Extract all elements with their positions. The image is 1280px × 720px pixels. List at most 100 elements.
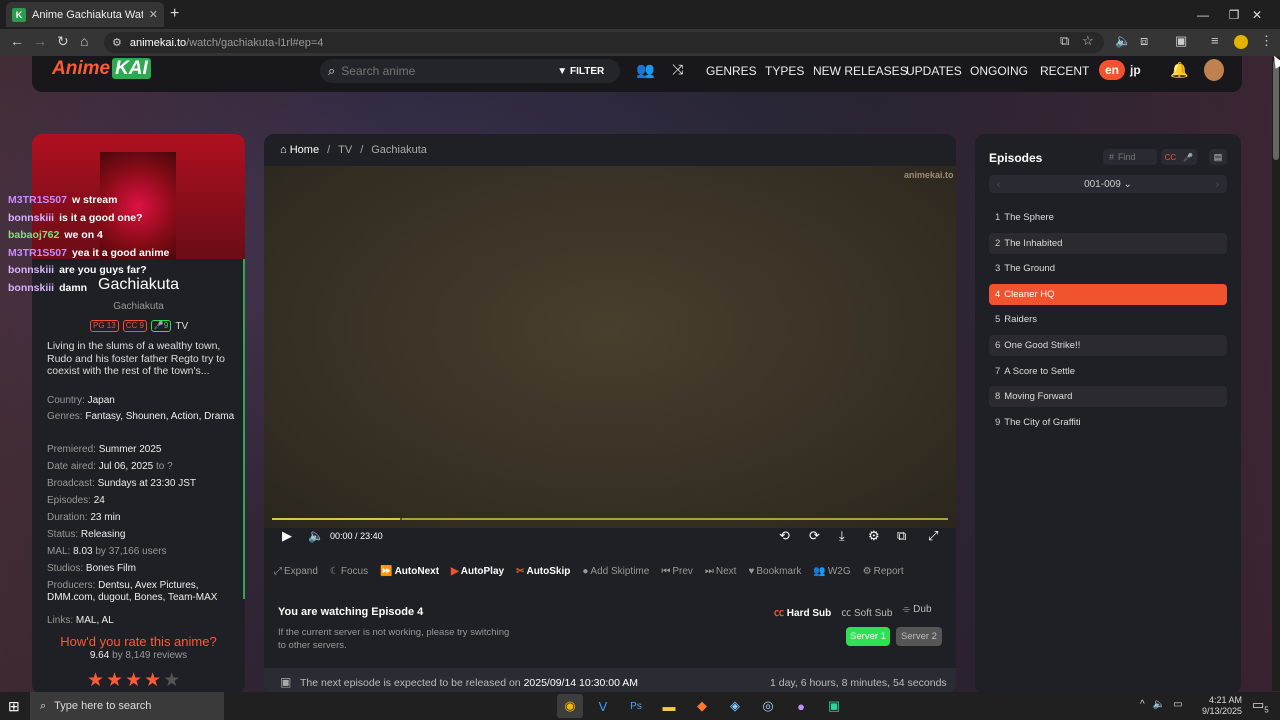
server-1-button[interactable]: Server 1 xyxy=(846,627,890,646)
star-icon[interactable]: ★ xyxy=(125,669,142,692)
tray-chevron-icon[interactable]: ^ xyxy=(1140,699,1145,710)
volume-icon[interactable]: 🔈 xyxy=(308,528,324,544)
action-report[interactable]: ⚙ Report xyxy=(863,566,904,577)
range-next-icon[interactable]: › xyxy=(1216,179,1219,190)
lang-jp-button[interactable]: jp xyxy=(1130,63,1141,77)
new-tab-button[interactable]: + xyxy=(170,5,179,23)
chrome-taskbar-icon[interactable]: ◉ xyxy=(557,694,583,718)
episode-item[interactable]: 2 The Inhabited xyxy=(989,232,1227,254)
avatar[interactable] xyxy=(1204,59,1224,81)
filter-button[interactable]: ▼ FILTER xyxy=(557,66,604,77)
app2-taskbar-icon[interactable]: ◈ xyxy=(722,694,748,718)
app3-taskbar-icon[interactable]: ▣ xyxy=(821,694,847,718)
breadcrumb-tv[interactable]: TV xyxy=(338,144,352,156)
steam-taskbar-icon[interactable]: ◎ xyxy=(755,694,781,718)
video-progress-bar[interactable] xyxy=(272,518,948,520)
play-icon[interactable]: ▶ xyxy=(282,528,292,544)
tray-network-icon[interactable]: ▭ xyxy=(1173,699,1182,710)
action-focus[interactable]: ☾ Focus xyxy=(330,566,368,577)
site-info-icon[interactable]: ⚙ xyxy=(112,36,122,49)
episode-range-select[interactable]: ‹ 001-009 ⌄ › xyxy=(989,175,1227,193)
action-autoplay[interactable]: ▶ AutoPlay xyxy=(451,566,504,577)
nav-recent[interactable]: RECENT xyxy=(1040,64,1089,78)
extensions-icon[interactable]: ⧈ xyxy=(1140,33,1148,49)
back-icon[interactable]: ← xyxy=(10,33,24,49)
search-icon[interactable]: ⌕ xyxy=(328,63,335,79)
star-icon[interactable]: ★ xyxy=(87,669,104,692)
system-clock[interactable]: 4:21 AM 9/13/2025 xyxy=(1200,695,1242,717)
discord-taskbar-icon[interactable]: ● xyxy=(788,694,814,718)
action-expand[interactable]: ⤢ Expand xyxy=(274,566,318,577)
episode-find-input[interactable]: # Find xyxy=(1103,149,1157,165)
vscode-taskbar-icon[interactable]: V xyxy=(590,694,616,718)
server-2-button[interactable]: Server 2 xyxy=(896,627,942,646)
breadcrumb-title[interactable]: Gachiakuta xyxy=(371,144,427,156)
nav-updates[interactable]: UPDATES xyxy=(906,64,962,78)
episode-item[interactable]: 8 Moving Forward xyxy=(989,386,1227,408)
reload-icon[interactable]: ↻ xyxy=(57,33,69,50)
tray-audio-icon[interactable]: 🔈 xyxy=(1153,699,1165,710)
action-w2g[interactable]: 👥 W2G xyxy=(813,566,850,577)
rating-stars[interactable]: ★ ★ ★ ★ ★ xyxy=(87,669,180,692)
star-icon[interactable]: ★ xyxy=(144,669,161,692)
action-autoskip[interactable]: ✂ AutoSkip xyxy=(516,566,570,577)
episode-item[interactable]: 6 One Good Strike!! xyxy=(989,335,1227,356)
forward-icon[interactable]: → xyxy=(33,33,47,49)
app-taskbar-icon[interactable]: ◆ xyxy=(689,694,715,718)
photoshop-taskbar-icon[interactable]: Ps xyxy=(623,694,649,718)
file-explorer-taskbar-icon[interactable]: ▬ xyxy=(656,694,682,718)
close-tab-icon[interactable]: ✕ xyxy=(149,8,158,21)
action-autonext[interactable]: ⏩ AutoNext xyxy=(380,566,439,577)
nav-types[interactable]: TYPES xyxy=(765,64,804,78)
lang-en-button[interactable]: en xyxy=(1099,60,1125,80)
episode-item[interactable]: 4 Cleaner HQ xyxy=(989,283,1227,305)
media-icon[interactable]: ≡ xyxy=(1211,33,1219,48)
breadcrumb-home[interactable]: ⌂ Home xyxy=(280,144,319,156)
episode-item[interactable]: 7A Score to Settle xyxy=(989,361,1227,382)
bookmark-star-icon[interactable]: ☆ xyxy=(1082,33,1094,49)
episode-item[interactable]: 9 The City of Graffiti xyxy=(989,412,1227,433)
home-icon[interactable]: ⌂ xyxy=(80,33,88,49)
notification-center-icon[interactable]: ▭5 xyxy=(1252,697,1269,715)
rewind-10-icon[interactable]: ⟲ xyxy=(779,528,790,544)
community-icon[interactable]: 👥 xyxy=(636,61,655,79)
notification-bell-icon[interactable]: 🔔 xyxy=(1170,61,1189,79)
hard-sub-option[interactable]: ㏄ Hard Sub xyxy=(774,604,831,619)
episode-item[interactable]: 5 Raiders xyxy=(989,309,1227,330)
close-window-button[interactable]: ✕ xyxy=(1234,0,1280,29)
forward-10-icon[interactable]: ⟳ xyxy=(809,528,820,544)
nav-new-releases[interactable]: NEW RELEASES xyxy=(813,64,908,78)
nav-ongoing[interactable]: ONGOING xyxy=(970,64,1028,78)
settings-gear-icon[interactable]: ⚙ xyxy=(868,528,880,544)
action-next[interactable]: ⏭ Next xyxy=(705,566,737,577)
random-icon[interactable]: ⤨ xyxy=(672,61,683,78)
action-add-skiptime[interactable]: ● Add Skiptime xyxy=(582,566,649,577)
search-input[interactable] xyxy=(341,64,552,78)
episode-item[interactable]: 3 The Ground xyxy=(989,258,1227,279)
profile-icon[interactable] xyxy=(1234,35,1248,49)
volume-icon[interactable]: 🔈 xyxy=(1115,33,1131,49)
browser-tab[interactable]: K Anime Gachiakuta Watch Online ✕ xyxy=(6,2,164,27)
video-player[interactable]: animekai.to ▶ 🔈 00:00 / 23:40 ⟲ ⟳ ⤓ ⚙ ⧉ … xyxy=(264,166,956,543)
site-logo[interactable]: Anime KAI xyxy=(52,58,151,80)
nav-genres[interactable]: GENRES xyxy=(706,64,757,78)
grid-view-icon[interactable]: ▤ xyxy=(1209,149,1227,165)
meta-value[interactable]: MAL, AL xyxy=(76,615,114,626)
fullscreen-icon[interactable]: ⤢ xyxy=(928,528,938,544)
dub-option[interactable]: ⌯ Dub xyxy=(902,604,931,619)
range-prev-icon[interactable]: ‹ xyxy=(997,179,1000,190)
star-icon[interactable]: ★ xyxy=(106,669,123,692)
meta-value[interactable]: Bones Film xyxy=(86,563,136,574)
download-icon[interactable]: ⤓ xyxy=(839,528,845,544)
star-icon[interactable]: ★ xyxy=(163,669,180,692)
cast-icon[interactable]: ⧉ xyxy=(1060,33,1069,49)
menu-icon[interactable]: ⋮ xyxy=(1260,33,1273,49)
taskbar-search[interactable]: ⌕ Type here to search xyxy=(30,692,224,720)
soft-sub-option[interactable]: ㏄ Soft Sub xyxy=(841,604,892,619)
windows-start-icon[interactable]: ⊞ xyxy=(8,698,20,715)
scrollbar-thumb[interactable] xyxy=(1273,60,1279,160)
action-bookmark[interactable]: ♥ Bookmark xyxy=(748,566,801,577)
episode-filter-toggle[interactable]: CC 🎤 xyxy=(1161,149,1197,165)
meta-value[interactable]: Fantasy, Shounen, Action, Drama xyxy=(85,411,234,422)
sidepanel-icon[interactable]: ▣ xyxy=(1175,33,1187,49)
